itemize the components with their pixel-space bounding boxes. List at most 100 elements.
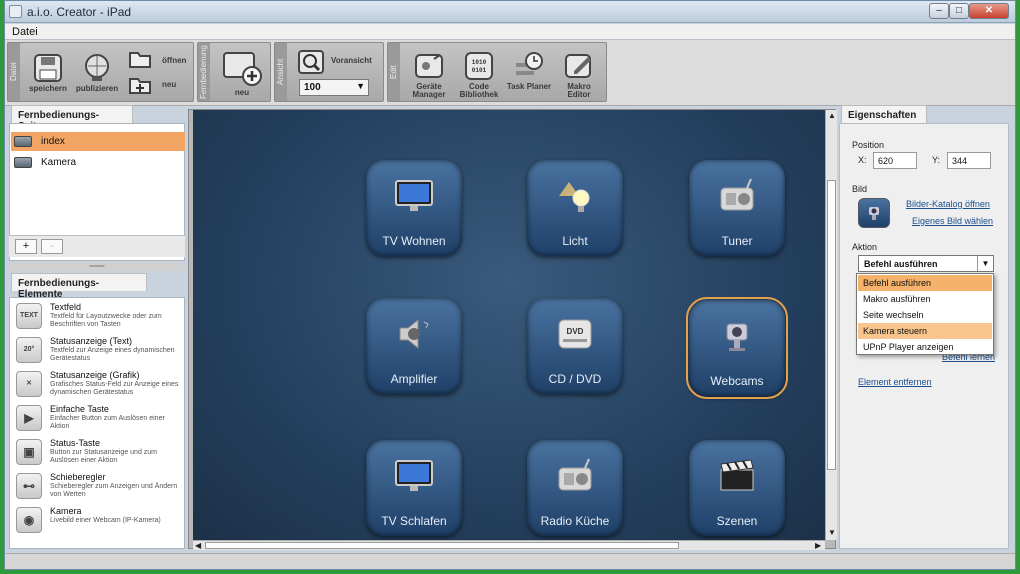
open-button[interactable]: öffnen xyxy=(128,47,188,71)
task-planner-button[interactable]: Task Planer xyxy=(506,51,552,91)
add-page-button[interactable]: + xyxy=(15,239,37,254)
tv-icon xyxy=(395,180,433,211)
zoom-select[interactable]: 100 ▼ xyxy=(299,79,369,96)
own-image-link[interactable]: Eigenes Bild wählen xyxy=(912,216,993,226)
folder-open-icon xyxy=(129,52,151,68)
svg-text:0101: 0101 xyxy=(472,67,487,74)
image-preview xyxy=(858,198,890,228)
open-label: öffnen xyxy=(162,56,187,65)
element-title: Status-Taste xyxy=(50,438,101,448)
panel-splitter[interactable]: ═══ xyxy=(9,263,185,271)
preview-button[interactable]: Voransicht xyxy=(297,49,377,75)
element-title: Textfeld xyxy=(50,302,82,312)
element-description: Livebild einer Webcam (IP-Kamera) xyxy=(50,517,161,524)
remove-element-link[interactable]: Element entfernen xyxy=(858,377,932,387)
page-item-kamera[interactable]: Kamera xyxy=(11,153,185,172)
publish-label: publizieren xyxy=(75,84,119,93)
tile-webcams[interactable]: Webcams xyxy=(686,297,788,399)
new-label: neu xyxy=(162,80,177,89)
new-remote-button[interactable]: neu xyxy=(216,51,268,97)
scroll-down-icon[interactable]: ▼ xyxy=(828,528,836,537)
menu-datei[interactable]: Datei xyxy=(12,26,38,38)
element-statusanzeige-text[interactable]: 20° Statusanzeige (Text) Textfeld zur An… xyxy=(10,334,184,368)
design-canvas[interactable]: TV Wohnen Licht Tuner Amplifier DVD CD /… xyxy=(193,110,827,540)
tile-label: Licht xyxy=(562,234,588,248)
vertical-scrollbar[interactable]: ▲ ▼ xyxy=(825,110,837,540)
tile-tuner[interactable]: Tuner xyxy=(689,160,785,256)
bild-label: Bild xyxy=(852,184,868,194)
save-label: speichern xyxy=(29,84,67,93)
zoom-value: 100 xyxy=(304,82,321,93)
page-item-label: Kamera xyxy=(41,157,77,168)
group-label-edit: Edit xyxy=(388,43,400,101)
toolbar-group-edit: Edit Geräte Manager 1010 0101 Code Biblio… xyxy=(387,42,607,102)
svg-text:1010: 1010 xyxy=(472,59,487,66)
element-statusanzeige-grafik[interactable]: ✕ Statusanzeige (Grafik) Grafisches Stat… xyxy=(10,368,184,402)
minimize-button[interactable]: – xyxy=(929,3,949,19)
page-thumbnail-icon xyxy=(14,157,32,168)
clapperboard-icon xyxy=(720,459,754,491)
tile-szenen[interactable]: Szenen xyxy=(689,440,785,536)
scroll-left-icon[interactable]: ◀ xyxy=(195,541,201,550)
speaker-icon xyxy=(399,318,429,350)
y-input[interactable]: 344 xyxy=(947,152,991,169)
element-textfeld[interactable]: TEXT Textfeld Textfeld für Layoutzwecke … xyxy=(10,300,184,334)
svg-text:DVD: DVD xyxy=(567,327,584,336)
x-label: X: xyxy=(858,155,867,165)
tile-cd-dvd[interactable]: DVD CD / DVD xyxy=(527,298,623,394)
save-button[interactable]: speichern xyxy=(26,53,70,93)
group-label-fernbedienung: Fernbedienung xyxy=(198,43,210,101)
tile-label: TV Wohnen xyxy=(382,234,446,248)
element-status-taste[interactable]: ▣ Status-Taste Button zur Statusanzeige … xyxy=(10,436,184,470)
code-library-button[interactable]: 1010 0101 Code Bibliothek xyxy=(456,51,502,99)
y-label: Y: xyxy=(932,155,941,165)
tile-radio-kueche[interactable]: Radio Küche xyxy=(527,440,623,536)
pages-panel-tab[interactable]: Fernbedienungs-Seiten xyxy=(11,105,133,132)
elements-panel-tab[interactable]: Fernbedienungs-Elemente xyxy=(11,273,147,300)
option-seite-wechseln[interactable]: Seite wechseln xyxy=(858,307,992,323)
element-schieberegler[interactable]: ⊷ Schieberegler Schieberegler zum Anzeig… xyxy=(10,470,184,504)
element-title: Statusanzeige (Text) xyxy=(50,336,133,346)
close-button[interactable]: ✕ xyxy=(969,3,1009,19)
chevron-down-icon: ▼ xyxy=(356,81,365,91)
element-einfache-taste[interactable]: ▶ Einfache Taste Einfacher Button zum Au… xyxy=(10,402,184,436)
tile-tv-schlafen[interactable]: TV Schlafen xyxy=(366,440,462,536)
globe-icon xyxy=(85,54,109,81)
element-kamera[interactable]: ◉ Kamera Livebild einer Webcam (IP-Kamer… xyxy=(10,504,184,538)
tile-amplifier[interactable]: Amplifier xyxy=(366,298,462,394)
device-manager-button[interactable]: Geräte Manager xyxy=(406,51,452,99)
publish-button[interactable]: publizieren xyxy=(72,53,122,93)
page-item-index[interactable]: index xyxy=(11,132,185,151)
x-input[interactable]: 620 xyxy=(873,152,917,169)
horizontal-scroll-thumb[interactable] xyxy=(205,542,679,549)
floppy-icon xyxy=(34,54,62,82)
vertical-scroll-thumb[interactable] xyxy=(827,180,836,470)
preview-label: Voransicht xyxy=(331,56,372,65)
status-button-icon: ▣ xyxy=(16,439,42,465)
scroll-right-icon[interactable]: ▶ xyxy=(815,541,821,550)
option-kamera-steuern[interactable]: Kamera steuern xyxy=(858,323,992,339)
macro-editor-button[interactable]: Makro Editor xyxy=(556,51,602,99)
maximize-button[interactable]: □ xyxy=(949,3,969,19)
device-manager-label: Geräte Manager xyxy=(412,82,446,99)
option-upnp-player[interactable]: UPnP Player anzeigen xyxy=(858,339,992,355)
element-description: Button zur Statusanzeige und zum Auslöse… xyxy=(50,449,158,464)
play-icon: ▶ xyxy=(16,405,42,431)
horizontal-scrollbar[interactable]: ◀ ▶ xyxy=(193,540,825,550)
new-button[interactable]: neu xyxy=(128,73,188,97)
title-bar: a.i.o. Creator - iPad – □ ✕ xyxy=(5,1,1015,23)
properties-panel-tab[interactable]: Eigenschaften xyxy=(841,105,927,123)
scroll-up-icon[interactable]: ▲ xyxy=(828,111,836,120)
tile-label: TV Schlafen xyxy=(381,514,447,528)
option-makro-ausfuehren[interactable]: Makro ausführen xyxy=(858,291,992,307)
action-select[interactable]: Befehl ausführen ▼ xyxy=(858,255,994,272)
dvd-icon: DVD xyxy=(558,319,592,349)
remove-page-button[interactable]: - xyxy=(41,239,63,254)
option-befehl-ausfuehren[interactable]: Befehl ausführen xyxy=(858,275,992,291)
status-text-icon: 20° xyxy=(16,337,42,363)
image-catalog-link[interactable]: Bilder-Katalog öffnen xyxy=(906,199,990,209)
tile-tv-wohnen[interactable]: TV Wohnen xyxy=(366,160,462,256)
element-description: Textfeld für Layoutzwecke oder zum Besch… xyxy=(50,313,162,328)
tile-licht[interactable]: Licht xyxy=(527,160,623,256)
toolbar-group-ansicht: Ansicht Voransicht 100 ▼ xyxy=(274,42,384,102)
